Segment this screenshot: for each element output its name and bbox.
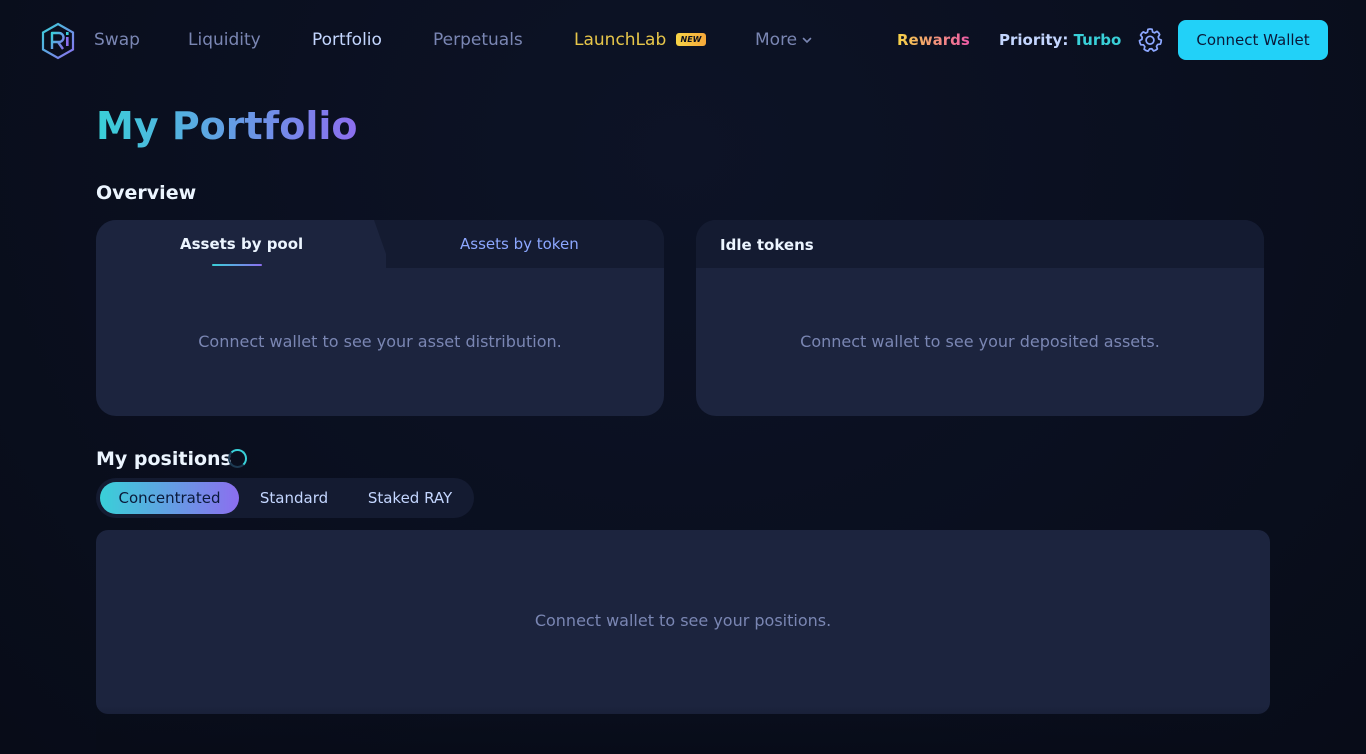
tab-concentrated[interactable]: Concentrated [100, 482, 239, 514]
tab-standard[interactable]: Standard [246, 482, 342, 514]
tab-assets-by-pool-label: Assets by pool [180, 235, 304, 253]
raydium-logo-icon[interactable] [40, 22, 76, 60]
nav-link-portfolio[interactable]: Portfolio [312, 29, 382, 51]
tab-staked-ray[interactable]: Staked RAY [354, 482, 466, 514]
positions-card: Connect wallet to see your positions. [96, 530, 1270, 714]
priority-fee-selector[interactable]: Priority: Turbo [999, 30, 1121, 50]
nav-more-dropdown[interactable]: More [755, 29, 813, 51]
nav-link-swap[interactable]: Swap [94, 29, 140, 51]
assets-card: Assets by pool Assets by token Connect w… [96, 220, 664, 416]
idle-tokens-card: Idle tokens Connect wallet to see your d… [696, 220, 1264, 416]
gear-icon[interactable] [1137, 27, 1163, 53]
overview-title: Overview [96, 182, 197, 204]
connect-wallet-button[interactable]: Connect Wallet [1178, 20, 1328, 60]
nav-more-label: More [755, 30, 798, 50]
assets-empty-message: Connect wallet to see your asset distrib… [198, 332, 562, 351]
tab-assets-by-token[interactable]: Assets by token [460, 234, 579, 254]
top-nav: Swap Liquidity Portfolio Perpetuals Laun… [0, 0, 1366, 80]
positions-title: My positions [96, 448, 232, 470]
priority-value: Turbo [1073, 31, 1122, 49]
priority-label: Priority: [999, 31, 1069, 49]
chevron-down-icon [802, 37, 812, 44]
idle-tokens-title: Idle tokens [720, 236, 814, 254]
positions-empty-message: Connect wallet to see your positions. [534, 611, 832, 630]
active-tab-indicator [212, 264, 262, 266]
new-badge: NEW [676, 33, 706, 46]
nav-link-liquidity[interactable]: Liquidity [188, 29, 261, 51]
idle-tokens-empty-message: Connect wallet to see your deposited ass… [800, 332, 1160, 351]
rewards-link[interactable]: Rewards [897, 30, 970, 50]
nav-link-perpetuals[interactable]: Perpetuals [433, 29, 523, 51]
positions-tab-switcher: Concentrated Standard Staked RAY [96, 478, 474, 518]
page-title: My Portfolio [96, 104, 358, 148]
loading-spinner-icon [228, 449, 247, 468]
nav-link-launchlab[interactable]: LaunchLab [574, 29, 666, 51]
